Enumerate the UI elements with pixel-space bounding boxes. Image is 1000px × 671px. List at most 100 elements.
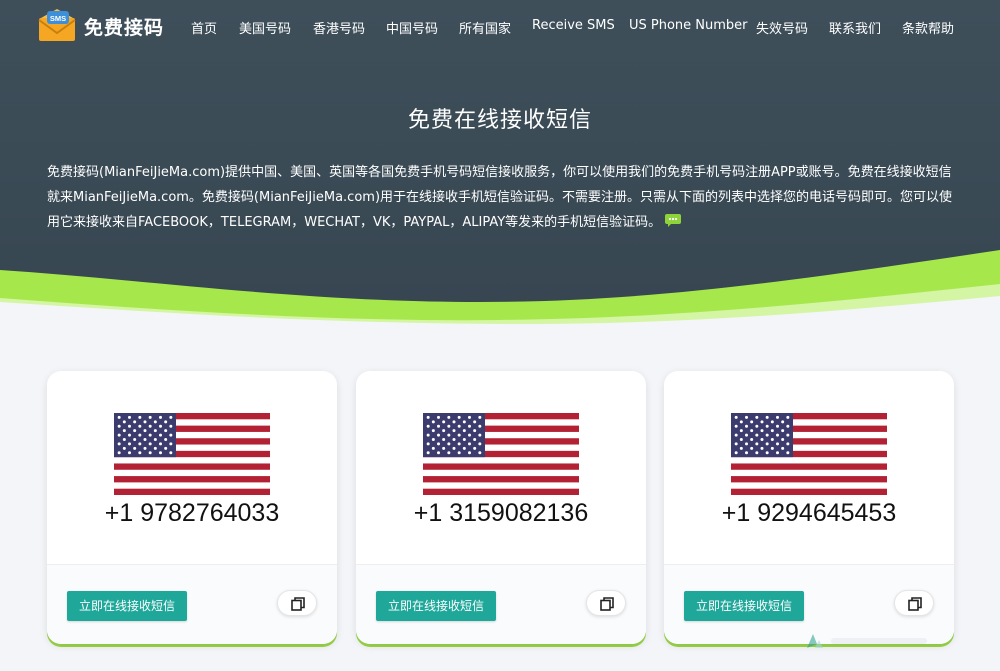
top-navbar: SMS 免费接码 首页 美国号码 香港号码 中国号码 所有国家 Receive … (0, 0, 1000, 56)
nav-link-us-numbers[interactable]: 美国号码 (239, 18, 291, 37)
flag-star (164, 420, 168, 424)
nav-link-terms-help[interactable]: 条款帮助 (902, 18, 954, 37)
flag-star (138, 451, 142, 455)
flag-star (447, 451, 451, 455)
flag-star (739, 420, 743, 424)
flag-star (468, 442, 471, 446)
phone-card: +1 9294645453 立即在线接收短信 (664, 371, 954, 644)
flag-stripe (423, 476, 579, 483)
us-flag-icon (114, 413, 270, 495)
flag-star (462, 446, 466, 450)
flag-star (122, 420, 126, 424)
nav-link-expired-numbers[interactable]: 失效号码 (756, 18, 808, 37)
flag-star (169, 433, 173, 437)
receive-sms-button[interactable]: 立即在线接收短信 (684, 591, 804, 621)
flag-star (786, 415, 790, 419)
flag-stripe (114, 488, 270, 495)
flag-star (159, 442, 162, 446)
hero-description: 免费接码(MianFeiJieMa.com)提供中国、美国、英国等各国免费手机号… (47, 160, 953, 235)
flag-star (776, 451, 779, 455)
flag-star (122, 429, 126, 433)
flag-star (437, 433, 440, 437)
flag-star (462, 420, 466, 424)
flag-star (457, 442, 461, 446)
flag-star (133, 429, 137, 433)
receive-sms-button[interactable]: 立即在线接收短信 (376, 591, 496, 621)
flag-star (447, 424, 451, 428)
flag-star (159, 415, 162, 419)
flag-star (478, 442, 482, 446)
flag-star (143, 420, 147, 424)
copy-icon (600, 597, 614, 611)
flag-star (426, 433, 430, 437)
flag-star (148, 442, 152, 446)
flag-stripe (731, 463, 887, 470)
flag-star (739, 429, 743, 433)
flag-star (153, 446, 157, 450)
flag-star (770, 437, 774, 441)
flag-star (786, 451, 790, 455)
nav-link-cn-numbers[interactable]: 中国号码 (386, 18, 438, 37)
phone-number: +1 3159082136 (413, 499, 589, 527)
nav-link-home[interactable]: 首页 (191, 18, 217, 37)
flag-star (153, 437, 157, 441)
phone-number: +1 9782764033 (104, 499, 280, 527)
flag-canton (114, 413, 176, 458)
flag-star (437, 415, 440, 419)
flag-star (745, 442, 748, 446)
flag-star (786, 433, 790, 437)
flag-star (442, 429, 446, 433)
flag-star (765, 433, 769, 437)
flag-star (452, 437, 456, 441)
us-flag-icon (731, 413, 887, 495)
flag-star (468, 415, 471, 419)
flag-star (431, 446, 435, 450)
flag-star (745, 451, 748, 455)
flag-star (128, 415, 131, 419)
flag-star (457, 433, 461, 437)
nav-link-receive-sms[interactable]: Receive SMS (532, 18, 615, 33)
flag-star (781, 429, 785, 433)
flag-star (760, 437, 764, 441)
flag-star (760, 429, 764, 433)
watermark-logo (807, 634, 927, 648)
copy-number-button[interactable] (894, 590, 934, 616)
flag-stripe (731, 488, 887, 495)
copy-number-button[interactable] (586, 590, 626, 616)
flag-star (128, 433, 131, 437)
flag-star (770, 446, 774, 450)
flag-star (452, 429, 456, 433)
flag-star (745, 424, 748, 428)
flag-star (447, 415, 451, 419)
flag-star (755, 424, 759, 428)
flag-star (765, 415, 769, 419)
flag-star (143, 429, 147, 433)
flag-stripe (423, 463, 579, 470)
flag-star (452, 420, 456, 424)
flag-star (781, 437, 785, 441)
flag-star (437, 424, 440, 428)
copy-icon (291, 597, 305, 611)
flag-star (159, 433, 162, 437)
flag-star (755, 451, 759, 455)
flag-star (437, 451, 440, 455)
phone-number: +1 9294645453 (721, 499, 897, 527)
flag-star (781, 446, 785, 450)
nav-link-contact[interactable]: 联系我们 (829, 18, 881, 37)
receive-sms-button[interactable]: 立即在线接收短信 (67, 591, 187, 621)
flag-star (117, 451, 121, 455)
card-footer: 立即在线接收短信 (356, 564, 646, 644)
flag-star (169, 451, 173, 455)
flag-star (750, 429, 754, 433)
flag-star (755, 433, 759, 437)
flag-star (765, 442, 769, 446)
nav-link-hk-numbers[interactable]: 香港号码 (313, 18, 365, 37)
copy-number-button[interactable] (277, 590, 317, 616)
flag-star (765, 424, 769, 428)
flag-star (143, 437, 147, 441)
flag-star (776, 415, 779, 419)
flag-star (786, 442, 790, 446)
nav-link-us-phone-number[interactable]: US Phone Number (629, 18, 748, 33)
nav-link-all-countries[interactable]: 所有国家 (459, 18, 511, 37)
flag-star (164, 437, 168, 441)
